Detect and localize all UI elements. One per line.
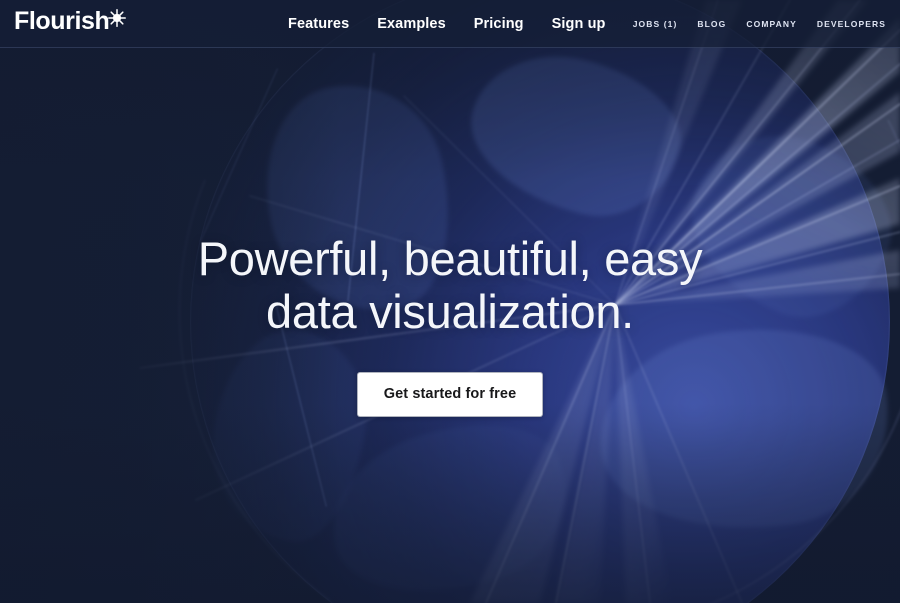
get-started-button[interactable]: Get started for free bbox=[356, 372, 544, 417]
primary-navigation: Features Examples Pricing Sign up bbox=[288, 0, 605, 48]
nav-item-pricing[interactable]: Pricing bbox=[474, 16, 524, 32]
starburst-icon bbox=[108, 9, 127, 27]
page-root: Flourish Features Examples Pricing Sign … bbox=[0, 0, 900, 603]
nav-item-jobs[interactable]: JOBS (1) bbox=[633, 19, 678, 29]
nav-item-blog[interactable]: BLOG bbox=[697, 19, 726, 29]
hero-headline-line-2: data visualization. bbox=[266, 285, 634, 338]
nav-item-examples[interactable]: Examples bbox=[377, 16, 446, 32]
top-navigation-bar: Flourish Features Examples Pricing Sign … bbox=[0, 0, 900, 48]
nav-item-sign-up[interactable]: Sign up bbox=[552, 16, 606, 32]
nav-item-features[interactable]: Features bbox=[288, 16, 349, 32]
hero-section: Powerful, beautiful, easy data visualiza… bbox=[0, 0, 900, 603]
hero-headline-line-1: Powerful, beautiful, easy bbox=[197, 232, 703, 285]
nav-item-company[interactable]: COMPANY bbox=[746, 19, 797, 29]
hero-headline: Powerful, beautiful, easy data visualiza… bbox=[70, 232, 830, 338]
brand-logo[interactable]: Flourish bbox=[14, 7, 127, 35]
nav-item-developers[interactable]: DEVELOPERS bbox=[817, 19, 886, 29]
brand-name: Flourish bbox=[14, 7, 110, 35]
secondary-navigation: JOBS (1) BLOG COMPANY DEVELOPERS bbox=[633, 0, 886, 48]
